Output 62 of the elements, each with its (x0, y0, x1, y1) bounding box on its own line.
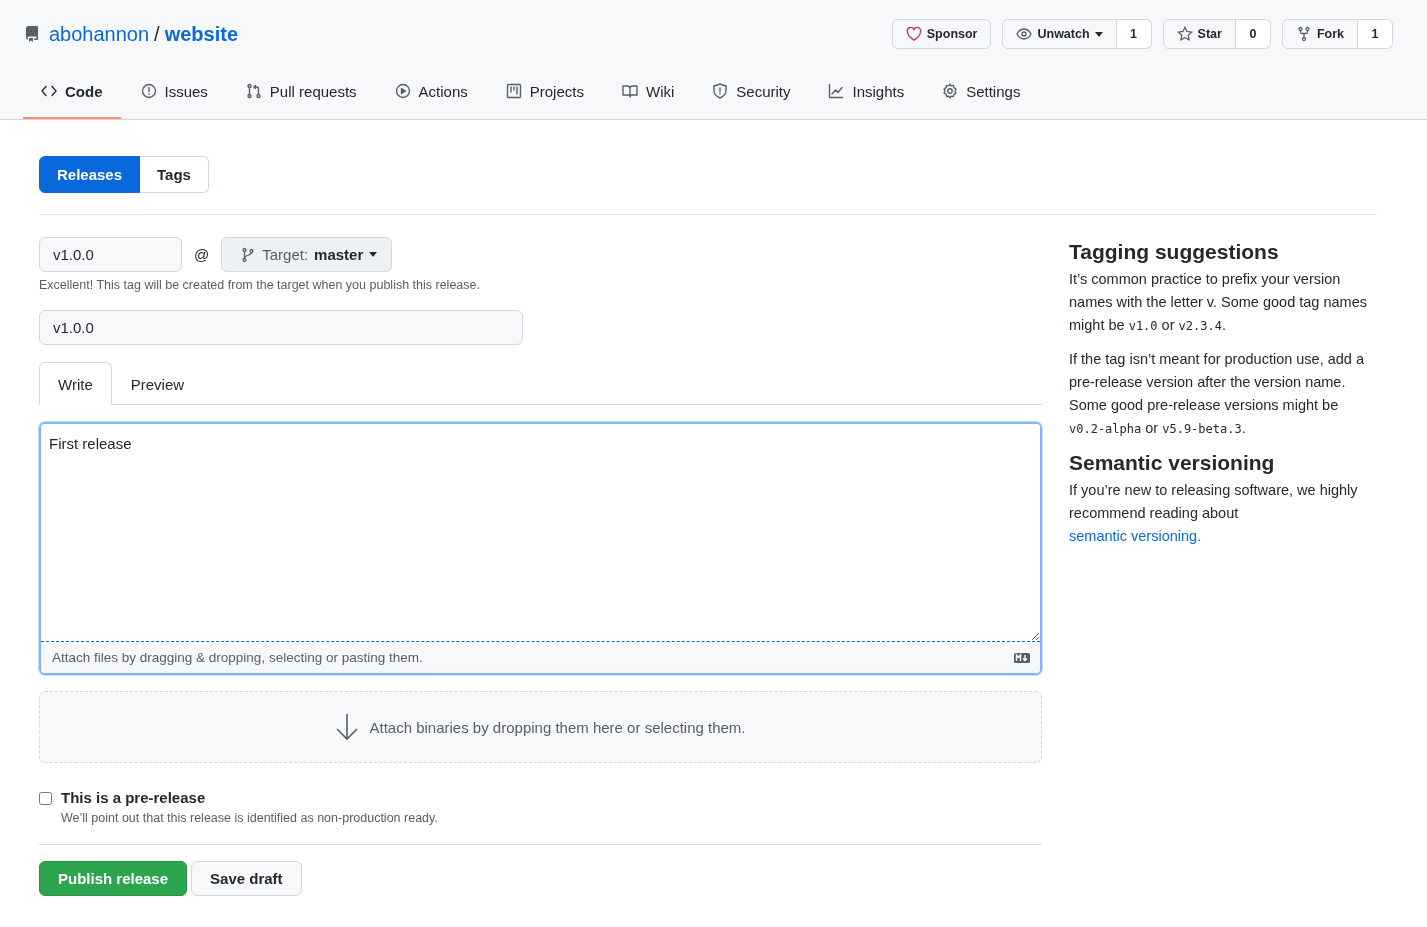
repository-icon (24, 26, 40, 42)
project-board-icon (505, 83, 522, 99)
release-notes-field[interactable]: First release (41, 424, 1040, 642)
repo-tab[interactable]: Issues (122, 70, 226, 119)
watch-button[interactable]: Unwatch (1002, 19, 1117, 49)
pre-release-label[interactable]: This is a pre-release (61, 789, 206, 806)
heart-icon (905, 26, 922, 42)
subnav-tab[interactable]: Releases (39, 156, 141, 193)
repo-name-link[interactable]: website (164, 22, 239, 46)
sponsor-button[interactable]: Sponsor (891, 19, 992, 49)
eye-icon (1016, 26, 1033, 42)
repo-owner-link[interactable]: abohannon (49, 22, 150, 46)
pre-release-hint: We’ll point out that this release is identified as non-production ready. (61, 811, 438, 825)
tag-field[interactable]: v1.0.0 (39, 237, 182, 272)
release-title-field[interactable]: v1.0.0 (39, 310, 523, 345)
caret-icon (369, 252, 378, 257)
repo-tab[interactable]: Wiki (603, 70, 693, 119)
pre-release-checkbox[interactable] (39, 792, 52, 805)
repo-tab[interactable]: Projects (487, 70, 602, 119)
repo-tab[interactable]: Actions (376, 70, 486, 119)
path-separator: / (154, 22, 160, 46)
attach-files-hint: Attach files by dragging & dropping, selecting or pasting them. (52, 650, 423, 665)
sidebar-paragraph: It’s common practice to prefix your version names with the letter v. Some good tag names might be v1.0 or v2.3.4. (1069, 270, 1367, 335)
fork-count[interactable]: 1 (1358, 19, 1393, 49)
line-graph-icon (828, 83, 845, 99)
branch-icon (240, 246, 257, 263)
tag-hint: Excellent! This tag will be created from the target when you publish this release. (39, 278, 481, 292)
play-icon (394, 83, 411, 99)
fork-button[interactable]: Fork (1281, 19, 1358, 49)
star-count[interactable]: 0 (1235, 19, 1271, 49)
star-icon (1176, 26, 1193, 42)
markdown-icon (1014, 652, 1030, 663)
editor-tab[interactable]: Write (39, 362, 112, 405)
sidebar-paragraph: If you’re new to releasing software, we highly recommend reading about semantic versioning. (1069, 481, 1359, 546)
target-branch-button[interactable]: Target: master (221, 237, 393, 272)
repo-tab[interactable]: Pull requests (227, 70, 375, 119)
subnav-tab[interactable]: Tags (140, 156, 209, 193)
star-button[interactable]: Star (1162, 19, 1236, 49)
code-icon (41, 83, 57, 99)
gear-icon (942, 83, 959, 99)
pull-request-icon (245, 83, 262, 99)
book-icon (621, 83, 638, 99)
caret-icon (1094, 31, 1103, 37)
repo-tab[interactable]: Security (694, 70, 809, 119)
down-arrow-icon (335, 713, 360, 741)
sidebar-heading: Semantic versioning (1069, 451, 1276, 475)
save-draft-button[interactable]: Save draft (191, 861, 302, 896)
release-notes-editor[interactable]: First release Attach files by dragging & dropping, selecting or pasting them. (39, 422, 1042, 675)
binaries-drop-zone[interactable]: Attach binaries by dropping them here or selecting them. (39, 691, 1042, 763)
circle-dot-icon (140, 83, 157, 99)
repo-tab[interactable]: Insights (810, 70, 923, 119)
at-sign: @ (194, 246, 210, 263)
watch-count[interactable]: 1 (1116, 19, 1152, 49)
editor-tab[interactable]: Preview (111, 362, 204, 405)
shield-icon (712, 83, 729, 99)
sidebar-paragraph: If the tag isn’t meant for production use, add a pre-release version after the version name. Some good pre-release versions might be v0.2-alpha or v5.9-beta.3. (1069, 350, 1365, 438)
semantic-versioning-link[interactable]: semantic versioning. (1069, 528, 1202, 544)
sidebar-heading: Tagging suggestions (1069, 240, 1280, 264)
repo-tab[interactable]: Settings (924, 70, 1039, 119)
fork-icon (1295, 26, 1312, 42)
attach-binaries-text: Attach binaries by dropping them here or selecting them. (369, 718, 746, 736)
repo-tab[interactable]: Code (23, 70, 121, 119)
